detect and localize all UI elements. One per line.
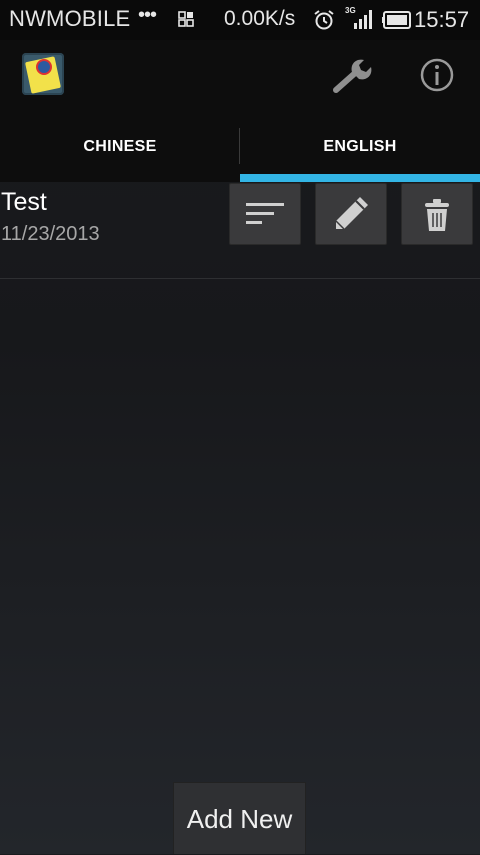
item-date: 11/23/2013 (1, 223, 100, 245)
network-type-label: 3G (345, 6, 356, 15)
pencil-icon (335, 197, 368, 230)
trash-icon (425, 199, 449, 231)
delete-button[interactable] (401, 183, 473, 245)
grid-icon (178, 11, 194, 27)
clock: 15:57 (414, 7, 470, 32)
wrench-icon (333, 59, 372, 93)
info-button[interactable] (418, 56, 456, 94)
sort-icon (246, 203, 284, 224)
carrier-name: NWMOBILE (9, 6, 131, 31)
badge-icon (36, 59, 52, 75)
sort-button[interactable] (229, 183, 301, 245)
signal-icon: 3G (345, 6, 372, 29)
tab-bar: CHINESE ENGLISH (0, 126, 480, 182)
network-speed: 0.00K/s (224, 7, 296, 30)
info-icon (420, 58, 454, 92)
battery-icon (382, 11, 411, 29)
app-icon[interactable] (22, 53, 64, 95)
notification-dots: ••• (138, 4, 157, 26)
alarm-icon (314, 10, 334, 30)
settings-button[interactable] (328, 52, 380, 98)
action-bar (0, 40, 480, 126)
status-bar: NWMOBILE ••• 0.00K/s 3G 15:57 (0, 0, 480, 40)
add-new-button[interactable]: Add New (173, 782, 306, 854)
tab-chinese[interactable]: CHINESE (0, 126, 240, 182)
edit-button[interactable] (315, 183, 387, 245)
list-item[interactable]: Test 11/23/2013 (0, 182, 480, 278)
tab-selected-indicator (240, 174, 480, 182)
item-title: Test (1, 188, 47, 216)
list-divider (0, 278, 480, 279)
